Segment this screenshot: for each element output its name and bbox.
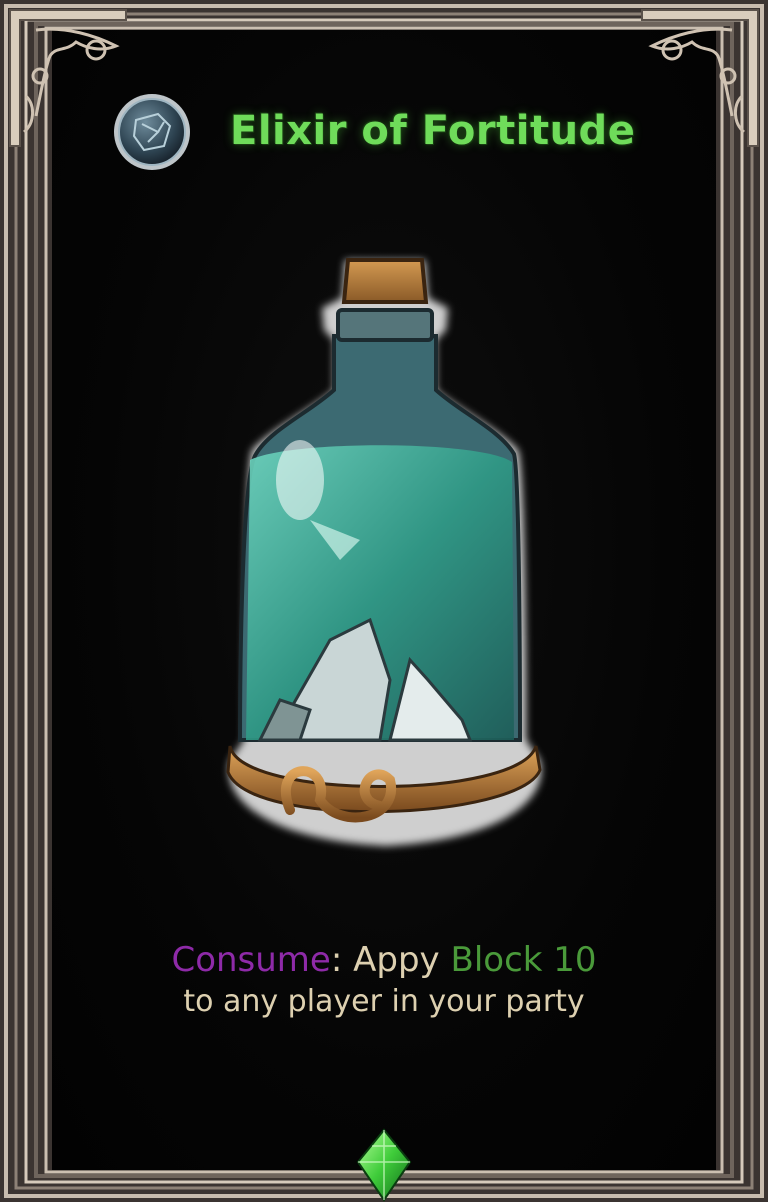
block-keyword: Block 10 [450, 940, 597, 980]
shield-rune-icon [114, 94, 190, 170]
description-line-2: to any player in your party [183, 984, 585, 1019]
card-title: Elixir of Fortitude [230, 108, 636, 154]
description-action: Appy [342, 940, 451, 980]
item-card[interactable]: Elixir of Fortitude Consume: Appy Block … [0, 0, 768, 1202]
consume-keyword: Consume [171, 940, 331, 980]
description-colon: : [330, 940, 343, 980]
description-line-1: Consume: Appy Block 10 [60, 938, 708, 982]
green-crystal-icon [356, 1128, 412, 1202]
card-description: Consume: Appy Block 10 to any player in … [60, 938, 708, 1022]
potion-bottle-icon [226, 258, 542, 846]
